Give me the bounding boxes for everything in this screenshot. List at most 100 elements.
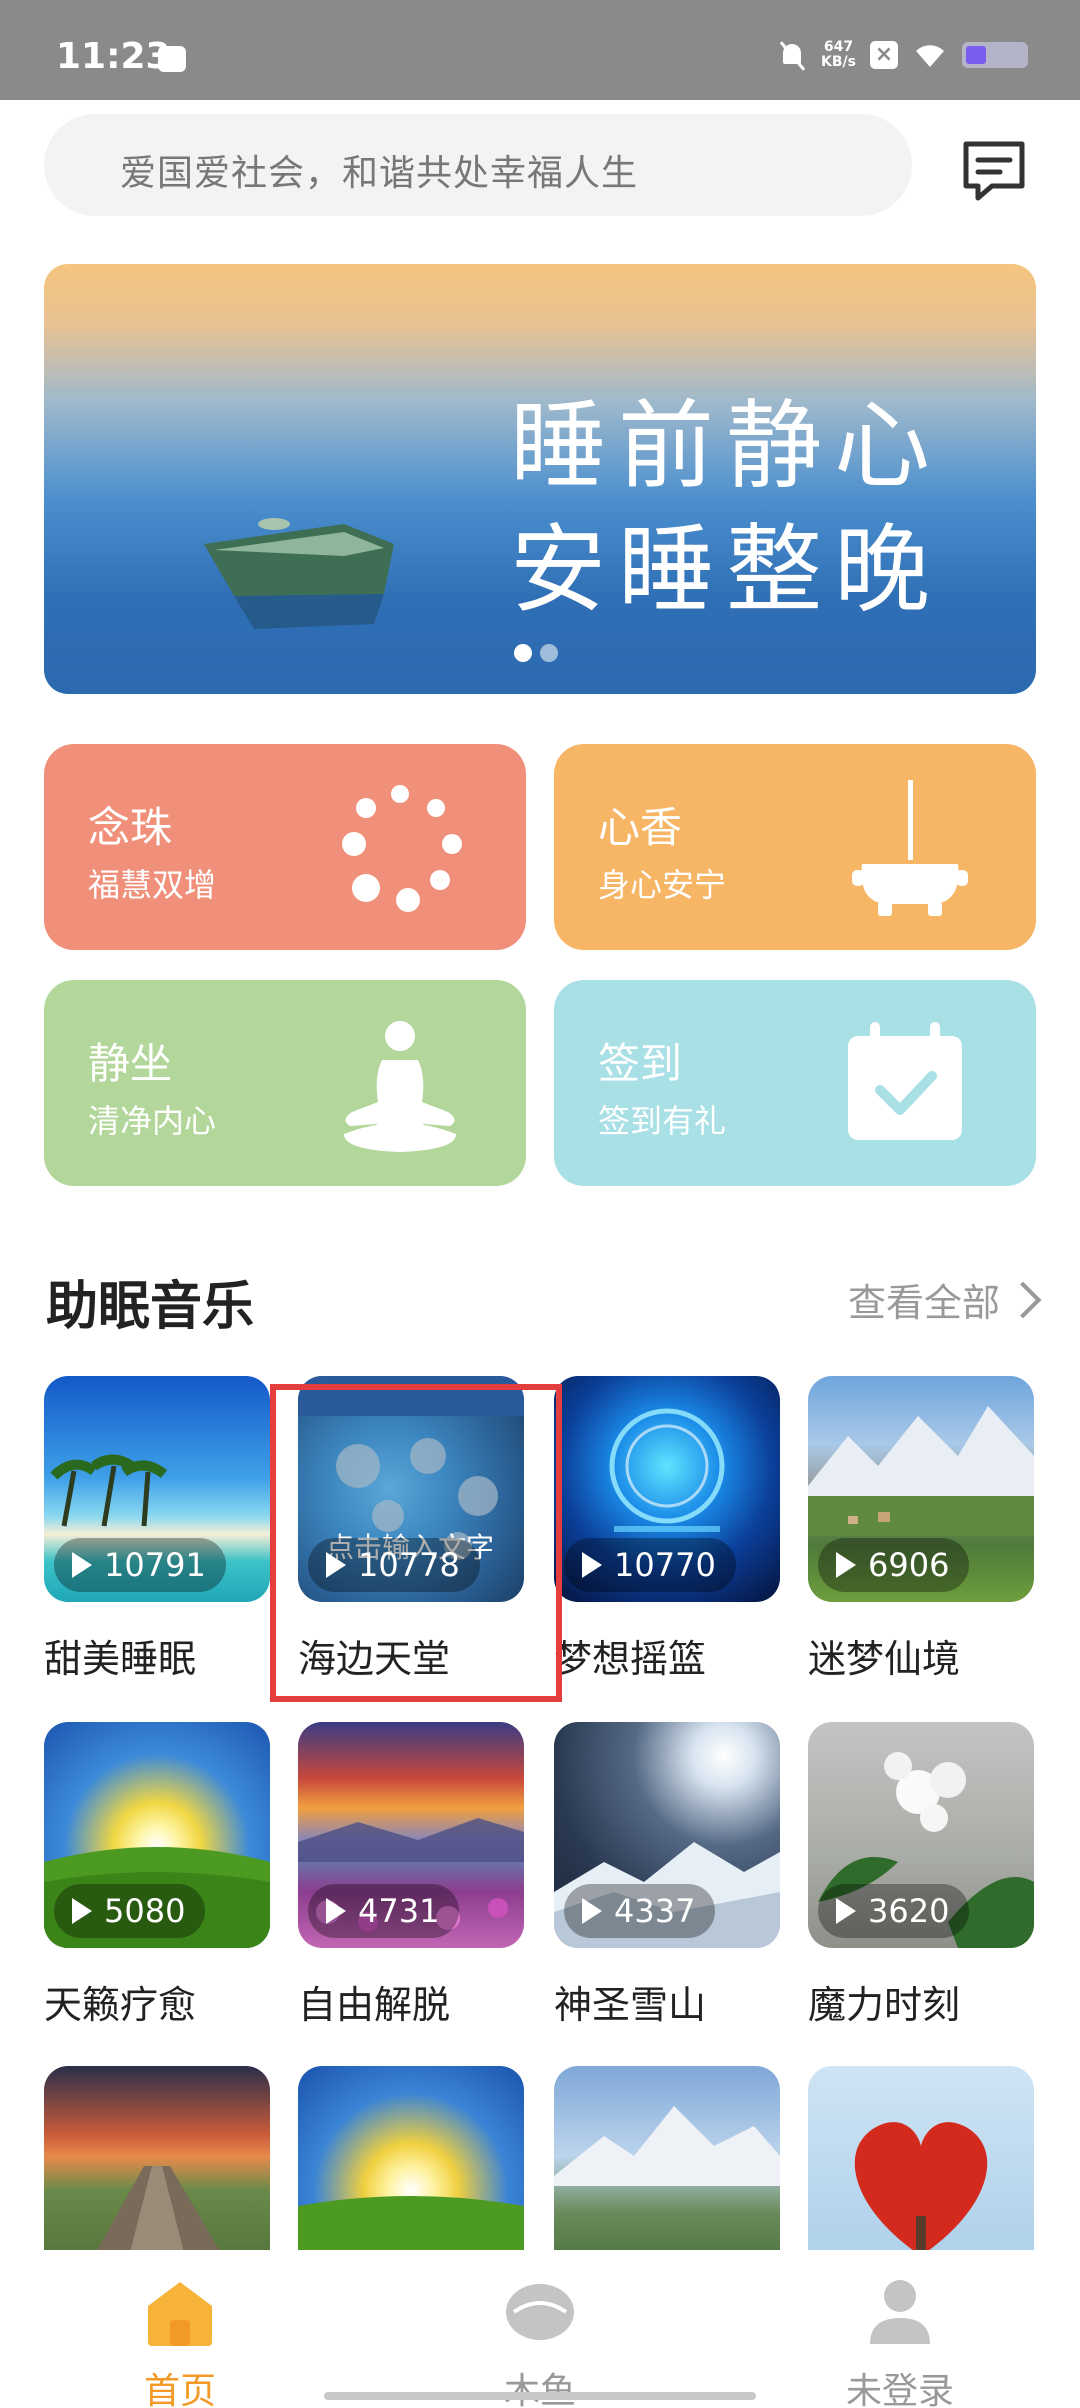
play-count-value: 6906: [868, 1546, 950, 1584]
calendar-check-icon: [848, 1022, 962, 1140]
play-icon: [836, 1898, 856, 1924]
carousel-dot[interactable]: [540, 644, 558, 662]
see-all-label: 查看全部: [847, 1281, 1000, 1325]
status-time: 11:23: [56, 36, 171, 77]
music-title: 迷梦仙境: [808, 1637, 961, 1681]
banner-carousel[interactable]: 睡前静心 安睡整晚: [44, 264, 1036, 694]
music-item[interactable]: [44, 2066, 270, 2250]
status-bar: 11:23 647 KB/s ×: [0, 0, 1080, 100]
nav-home[interactable]: 首页: [80, 2272, 280, 2408]
music-title: 甜美睡眠: [44, 1637, 197, 1681]
play-icon: [72, 1898, 92, 1924]
nav-profile[interactable]: 未登录: [800, 2272, 1000, 2408]
feature-card-checkin[interactable]: 签到 签到有礼: [554, 980, 1036, 1186]
selection-highlight: [270, 1384, 562, 1702]
feature-subtitle: 身心安宁: [598, 866, 727, 904]
feature-title: 静坐: [88, 1039, 173, 1088]
play-icon: [582, 1552, 602, 1578]
music-thumbnail: 3620: [808, 1722, 1034, 1948]
nav-label: 木鱼: [503, 2371, 576, 2408]
play-count-value: 4337: [614, 1892, 696, 1930]
bottom-nav: 首页 木鱼 未登录: [0, 2250, 1080, 2408]
music-thumbnail: 4731: [298, 1722, 524, 1948]
music-item[interactable]: 4731 自由解脱: [298, 1722, 524, 2029]
play-count: 3620: [818, 1884, 970, 1938]
home-indicator[interactable]: [324, 2392, 756, 2400]
section-title: 助眠音乐: [46, 1277, 255, 1337]
feature-subtitle: 福慧双增: [88, 866, 217, 904]
x-badge-icon: ×: [870, 41, 898, 69]
play-count: 6906: [818, 1538, 970, 1592]
feature-card-meditation[interactable]: 静坐 清净内心: [44, 980, 526, 1186]
prayer-beads-icon: [342, 785, 462, 912]
incense-burner-icon: [852, 780, 968, 916]
play-count: 5080: [54, 1884, 206, 1938]
music-thumbnail: [554, 2066, 780, 2250]
play-icon: [72, 1552, 92, 1578]
feature-title: 签到: [598, 1039, 683, 1088]
search-bar[interactable]: 爱国爱社会，和谐共处幸福人生: [44, 114, 912, 216]
feature-card-prayer-beads[interactable]: 念珠 福慧双增: [44, 744, 526, 950]
play-icon: [836, 1552, 856, 1578]
play-count-value: 3620: [868, 1892, 950, 1930]
music-thumbnail: [298, 2066, 524, 2250]
music-item[interactable]: 5080 天籁疗愈: [44, 1722, 270, 2029]
feature-card-incense[interactable]: 心香 身心安宁: [554, 744, 1036, 950]
play-count: 4337: [564, 1884, 716, 1938]
music-thumbnail: 6906: [808, 1376, 1034, 1602]
nav-label: 未登录: [845, 2371, 954, 2408]
play-icon: [582, 1898, 602, 1924]
carousel-dot[interactable]: [514, 644, 532, 662]
play-count: 10791: [54, 1538, 226, 1592]
network-speed-unit: KB/s: [821, 54, 856, 70]
music-title: 神圣雪山: [554, 1983, 707, 2027]
notification-icon: [158, 46, 186, 72]
music-item[interactable]: [298, 2066, 524, 2250]
network-speed-value: 647: [823, 39, 854, 55]
feature-subtitle: 签到有礼: [598, 1102, 727, 1140]
music-thumbnail: [44, 2066, 270, 2250]
play-count: 10770: [564, 1538, 736, 1592]
music-thumbnail: 4337: [554, 1722, 780, 1948]
chevron-right-icon: [1004, 1281, 1042, 1318]
carousel-dots: [514, 644, 558, 662]
meditation-icon: [344, 1021, 456, 1152]
music-thumbnail: 10770: [554, 1376, 780, 1602]
play-count-value: 4731: [358, 1892, 440, 1930]
message-icon[interactable]: [960, 138, 1028, 204]
music-item[interactable]: [808, 2066, 1034, 2250]
play-count-value: 5080: [104, 1892, 186, 1930]
play-count: 4731: [308, 1884, 460, 1938]
music-item[interactable]: 3620 魔力时刻: [808, 1722, 1034, 2029]
music-thumbnail: 5080: [44, 1722, 270, 1948]
banner-line1: 睡前静心: [510, 390, 942, 502]
network-speed: 647 KB/s: [821, 40, 856, 70]
battery-icon: [962, 42, 1028, 68]
wooden-fish-icon: [506, 2284, 574, 2340]
music-thumbnail: [808, 2066, 1034, 2250]
home-icon: [148, 2282, 212, 2346]
feature-subtitle: 清净内心: [88, 1102, 217, 1140]
play-icon: [326, 1898, 346, 1924]
play-count-value: 10791: [104, 1546, 206, 1584]
music-item[interactable]: 10791 甜美睡眠: [44, 1376, 270, 1683]
music-title: 魔力时刻: [808, 1983, 961, 2027]
nav-label: 首页: [143, 2371, 216, 2408]
banner-line2: 安睡整晚: [510, 514, 942, 626]
wifi-icon: [912, 41, 948, 69]
music-item[interactable]: [554, 2066, 780, 2250]
nav-wooden-fish[interactable]: 木鱼: [440, 2272, 640, 2408]
status-icons: 647 KB/s ×: [777, 40, 1028, 70]
music-title: 自由解脱: [298, 1983, 451, 2027]
see-all-link[interactable]: 查看全部: [847, 1272, 1042, 1327]
feature-title: 心香: [598, 803, 683, 852]
music-item[interactable]: 4337 神圣雪山: [554, 1722, 780, 2029]
music-title: 天籁疗愈: [44, 1983, 197, 2027]
user-icon: [870, 2280, 930, 2344]
music-item[interactable]: 10770 梦想摇篮: [554, 1376, 780, 1683]
feature-title: 念珠: [88, 803, 173, 852]
search-placeholder: 爱国爱社会，和谐共处幸福人生: [120, 153, 639, 194]
music-thumbnail: 10791: [44, 1376, 270, 1602]
music-item[interactable]: 6906 迷梦仙境: [808, 1376, 1034, 1683]
play-count-value: 10770: [614, 1546, 716, 1584]
